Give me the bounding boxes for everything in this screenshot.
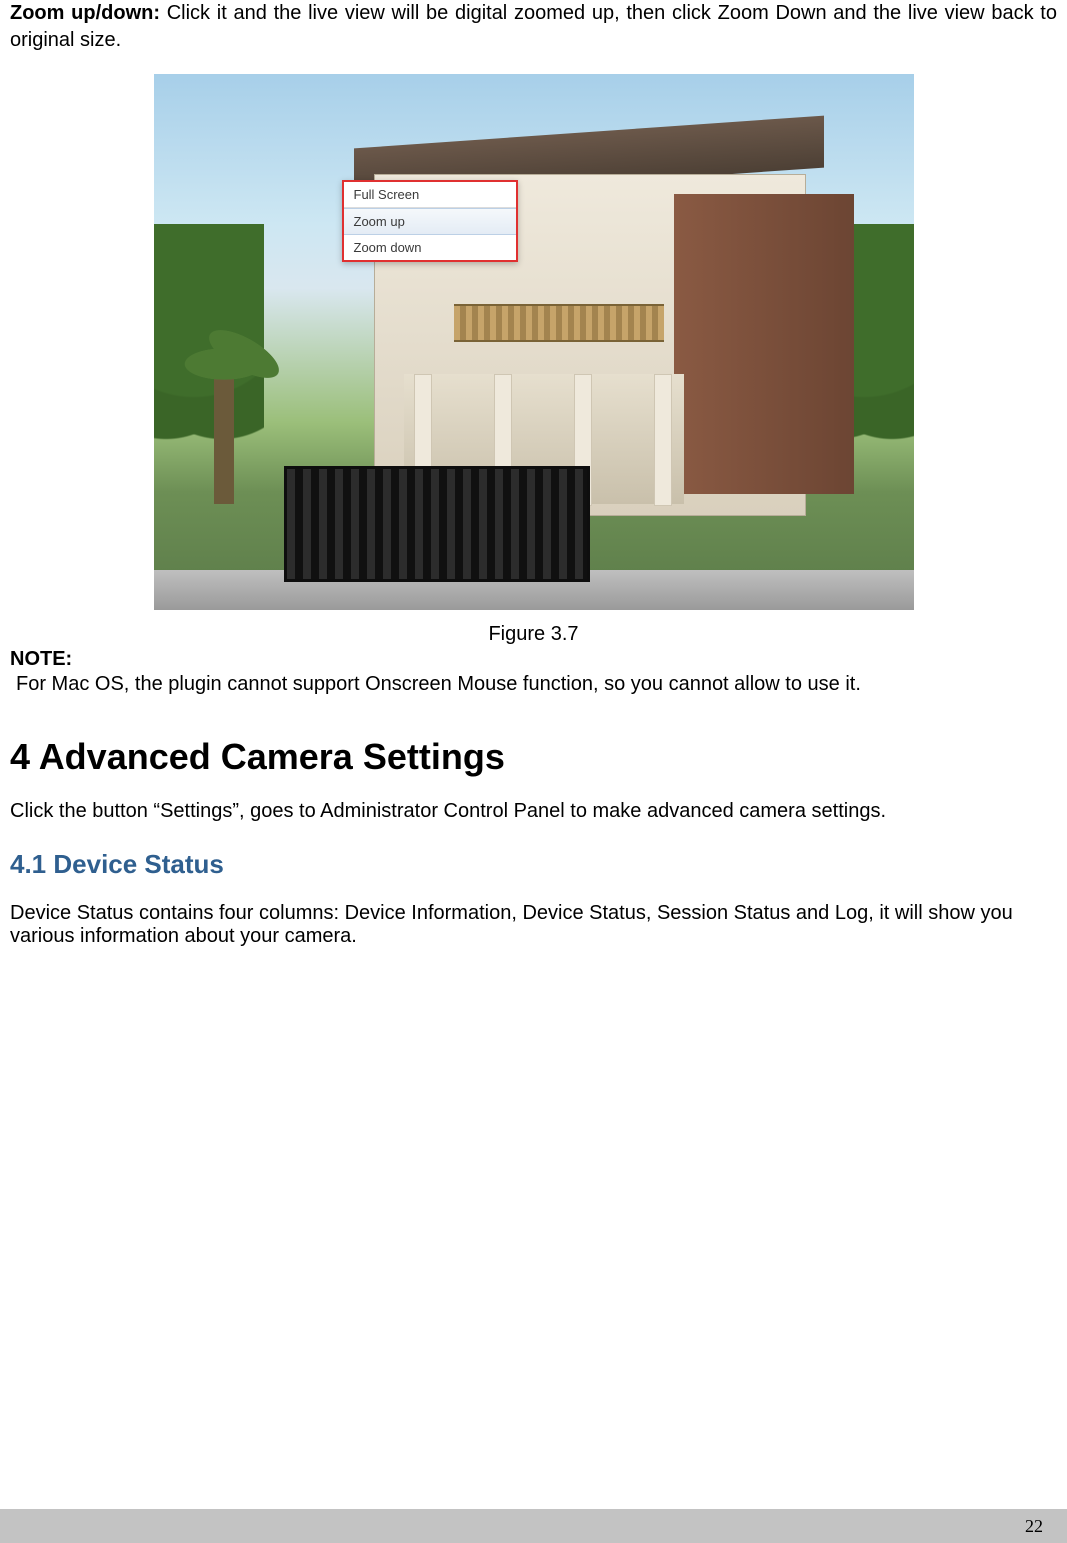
note-text: For Mac OS, the plugin cannot support On… [16,673,1057,696]
scene-house-wing [674,194,854,494]
live-view-screenshot: Full Screen Zoom up Zoom down [154,74,914,610]
scene-pillar [654,374,672,506]
subsection-heading-4-1: 4.1 Device Status [10,849,1057,880]
scene-palm [214,364,234,504]
context-menu-item-zoom-up[interactable]: Zoom up [344,208,516,235]
context-menu: Full Screen Zoom up Zoom down [342,180,518,262]
page-number: 22 [1025,1516,1043,1537]
zoom-intro-paragraph: Zoom up/down: Click it and the live view… [10,0,1057,54]
zoom-intro-label: Zoom up/down: [10,2,160,24]
figure-caption: Figure 3.7 [10,623,1057,646]
scene-balcony [454,304,664,342]
page-footer-bar: 22 [0,1509,1067,1543]
figure-3-7: Full Screen Zoom up Zoom down [10,74,1057,615]
subsection-4-1-body: Device Status contains four columns: Dev… [10,902,1057,948]
zoom-intro-text: Click it and the live view will be digit… [10,2,1057,51]
note-label: NOTE: [10,648,1057,671]
section-heading-4: 4 Advanced Camera Settings [10,736,1057,778]
document-page: Zoom up/down: Click it and the live view… [0,0,1067,1543]
context-menu-item-full-screen[interactable]: Full Screen [344,182,516,208]
section-4-body: Click the button “Settings”, goes to Adm… [10,800,1057,823]
context-menu-item-zoom-down[interactable]: Zoom down [344,235,516,260]
scene-gate [284,466,590,582]
